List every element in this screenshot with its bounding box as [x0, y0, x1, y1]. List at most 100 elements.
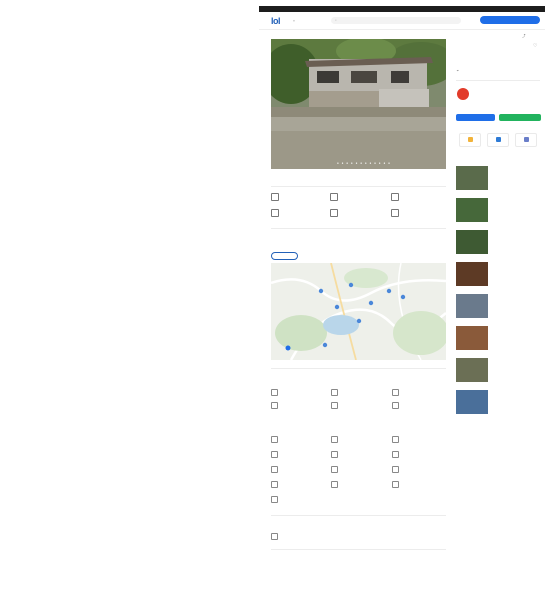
- spec-icon: [271, 193, 279, 201]
- location-map[interactable]: [271, 263, 446, 360]
- nearby-tab[interactable]: [412, 252, 434, 260]
- similar-listing-thumbnail: [456, 326, 488, 350]
- similar-listing-thumbnail: [456, 166, 488, 190]
- divider: [271, 186, 446, 187]
- amenity-item: [271, 435, 329, 447]
- amenity-item: [271, 480, 329, 492]
- spec-item: [391, 192, 449, 206]
- location-selector[interactable]: ⌖: [293, 19, 295, 23]
- agent-avatar[interactable]: [457, 88, 469, 100]
- feature-item: [331, 388, 389, 400]
- amenity-item: [331, 435, 389, 447]
- quick-action-icon: [496, 137, 501, 142]
- search-input[interactable]: ⌕: [331, 17, 461, 24]
- similar-listing-thumbnail: [456, 198, 488, 222]
- amenity-item: [331, 480, 389, 492]
- heart-icon[interactable]: ♡: [533, 43, 537, 49]
- amenity-icon: [271, 466, 278, 473]
- feature-icon: [392, 389, 399, 396]
- nearby-tab[interactable]: [381, 252, 409, 260]
- amenity-icon: [392, 466, 399, 473]
- spec-item: [391, 208, 449, 222]
- amenity-icon: [392, 436, 399, 443]
- amenity-icon: [392, 481, 399, 488]
- similar-listing-card[interactable]: [456, 198, 541, 226]
- document-icon: [271, 533, 278, 540]
- quick-action-icon: [468, 137, 473, 142]
- similar-listing-thumbnail: [456, 390, 488, 414]
- similar-listing-card[interactable]: [456, 262, 541, 290]
- divider: [271, 549, 446, 550]
- amenity-icon: [271, 496, 278, 503]
- amenity-item: [331, 465, 389, 477]
- pin-icon: ⌖: [293, 19, 295, 23]
- spec-item: [330, 192, 388, 206]
- similar-listing-card[interactable]: [456, 390, 541, 418]
- feature-item: [271, 388, 329, 400]
- similar-listing-card[interactable]: [456, 294, 541, 322]
- similar-listing-card[interactable]: [456, 166, 541, 194]
- spec-icon: [330, 193, 338, 201]
- amenity-item: [331, 450, 389, 462]
- quick-action-1[interactable]: [459, 133, 481, 147]
- similar-listing-thumbnail: [456, 262, 488, 286]
- listing-photo[interactable]: ● ● ● ● ● ● ● ● ● ● ● ●: [271, 39, 446, 169]
- nearby-tab[interactable]: [356, 252, 378, 260]
- house-photo-image: [271, 39, 446, 169]
- amenity-item: [271, 450, 329, 462]
- amenity-icon: [331, 481, 338, 488]
- feature-icon: [331, 389, 338, 396]
- quick-action-icon: [524, 137, 529, 142]
- similar-listing-thumbnail: [456, 230, 488, 254]
- nearby-tab[interactable]: [271, 252, 298, 260]
- amenity-icon: [392, 451, 399, 458]
- feature-icon: [271, 402, 278, 409]
- spec-icon: [271, 209, 279, 217]
- similar-listing-card[interactable]: [456, 326, 541, 354]
- similar-listing-thumbnail: [456, 294, 488, 318]
- message-button[interactable]: [499, 114, 541, 121]
- listing-price: ⌄: [456, 66, 459, 73]
- post-ad-button[interactable]: [480, 16, 540, 24]
- search-icon: ⌕: [335, 18, 337, 22]
- feature-item: [392, 388, 450, 400]
- nearby-tab[interactable]: [302, 252, 326, 260]
- share-icon: ⤴: [522, 34, 526, 38]
- share-button[interactable]: ⤴: [522, 34, 526, 39]
- feature-item: [392, 401, 450, 413]
- amenity-item: [392, 465, 450, 477]
- spec-icon: [391, 209, 399, 217]
- amenity-item: [392, 480, 450, 492]
- quick-action-2[interactable]: [487, 133, 509, 147]
- lol-logo[interactable]: lol: [271, 16, 281, 26]
- quick-action-3[interactable]: [515, 133, 537, 147]
- feature-icon: [331, 402, 338, 409]
- amenity-icon: [331, 466, 338, 473]
- call-button[interactable]: [456, 114, 495, 121]
- amenity-item: [271, 495, 329, 507]
- amenity-item: [392, 450, 450, 462]
- photo-pagination[interactable]: ● ● ● ● ● ● ● ● ● ● ● ●: [337, 161, 391, 165]
- spec-icon: [330, 209, 338, 217]
- chevron-down-icon[interactable]: ⌄: [456, 67, 459, 72]
- spec-item: [271, 208, 329, 222]
- divider: [456, 80, 540, 81]
- similar-listing-card[interactable]: [456, 230, 541, 258]
- similar-listing-card[interactable]: [456, 358, 541, 386]
- site-header: lol ⌖ ⌕: [259, 12, 545, 30]
- amenity-item: [271, 465, 329, 477]
- divider: [271, 228, 446, 229]
- spec-item: [330, 208, 388, 222]
- nearby-tab[interactable]: [330, 252, 352, 260]
- feature-item: [331, 401, 389, 413]
- similar-listing-thumbnail: [456, 358, 488, 382]
- amenity-icon: [271, 436, 278, 443]
- feature-item: [271, 401, 329, 413]
- amenity-icon: [331, 436, 338, 443]
- amenity-icon: [271, 481, 278, 488]
- amenity-item: [392, 435, 450, 447]
- spec-icon: [391, 193, 399, 201]
- map-canvas: [271, 263, 446, 360]
- document-item: [271, 532, 329, 544]
- amenity-icon: [271, 451, 278, 458]
